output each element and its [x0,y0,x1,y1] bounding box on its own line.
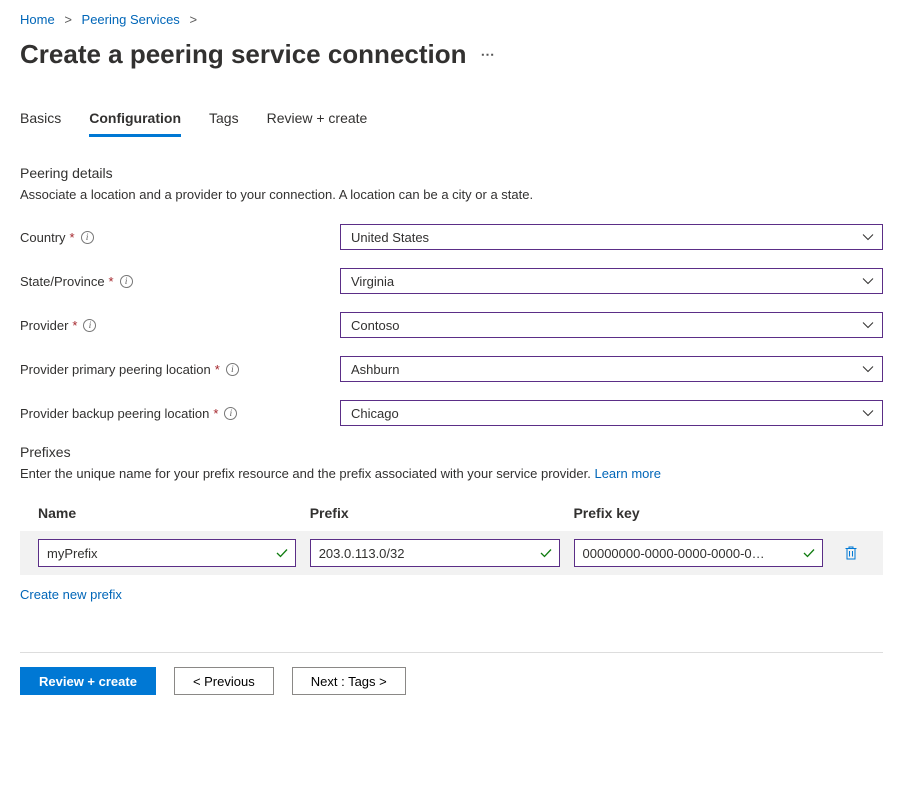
label-state: State/Province * i [20,274,340,289]
check-icon [275,546,289,560]
breadcrumb-sep: > [64,12,72,27]
info-icon[interactable]: i [224,407,237,420]
breadcrumb-home[interactable]: Home [20,12,55,27]
chevron-down-icon [862,319,874,331]
prefix-value: 203.0.113.0/32 [319,546,405,561]
required-marker: * [70,230,75,245]
breadcrumb: Home > Peering Services > [20,12,883,27]
info-icon[interactable]: i [81,231,94,244]
required-marker: * [109,274,114,289]
tab-review-create[interactable]: Review + create [267,110,368,137]
required-marker: * [213,406,218,421]
create-new-prefix-link[interactable]: Create new prefix [20,587,122,602]
select-country-value: United States [351,230,429,245]
page-title: Create a peering service connection [20,39,467,70]
required-marker: * [215,362,220,377]
table-row: myPrefix 203.0.113.0/32 00000000-0000-00… [20,531,883,575]
prefixes-desc-text: Enter the unique name for your prefix re… [20,466,594,481]
delete-prefix-button[interactable] [837,545,865,561]
col-header-name: Name [38,505,296,521]
prefix-value-input[interactable]: 203.0.113.0/32 [310,539,560,567]
select-primary-location-value: Ashburn [351,362,399,377]
section-heading-peering: Peering details [20,165,883,181]
review-create-button[interactable]: Review + create [20,667,156,695]
row-backup-location: Provider backup peering location * i Chi… [20,400,883,426]
row-state: State/Province * i Virginia [20,268,883,294]
footer: Review + create < Previous Next : Tags > [20,652,883,695]
label-primary-location: Provider primary peering location * i [20,362,340,377]
label-text-backup-location: Provider backup peering location [20,406,209,421]
next-button[interactable]: Next : Tags > [292,667,406,695]
select-country[interactable]: United States [340,224,883,250]
info-icon[interactable]: i [226,363,239,376]
tabs: Basics Configuration Tags Review + creat… [20,110,883,137]
check-icon [802,546,816,560]
label-text-country: Country [20,230,66,245]
tab-tags[interactable]: Tags [209,110,239,137]
check-icon [539,546,553,560]
prefix-key-input[interactable]: 00000000-0000-0000-0000-0… [574,539,824,567]
tab-configuration[interactable]: Configuration [89,110,181,137]
learn-more-link[interactable]: Learn more [594,466,660,481]
section-heading-prefixes: Prefixes [20,444,883,460]
breadcrumb-sep: > [189,12,197,27]
previous-button[interactable]: < Previous [174,667,274,695]
section-desc-prefixes: Enter the unique name for your prefix re… [20,466,883,481]
more-button[interactable]: ⋯ [481,46,495,63]
prefix-key-value: 00000000-0000-0000-0000-0… [583,546,765,561]
label-text-provider: Provider [20,318,68,333]
label-provider: Provider * i [20,318,340,333]
chevron-down-icon [862,231,874,243]
select-primary-location[interactable]: Ashburn [340,356,883,382]
label-backup-location: Provider backup peering location * i [20,406,340,421]
prefix-table: Name Prefix Prefix key myPrefix 203.0.11… [20,505,883,575]
row-country: Country * i United States [20,224,883,250]
label-country: Country * i [20,230,340,245]
chevron-down-icon [862,407,874,419]
info-icon[interactable]: i [120,275,133,288]
tab-basics[interactable]: Basics [20,110,61,137]
prefix-name-input[interactable]: myPrefix [38,539,296,567]
select-provider-value: Contoso [351,318,399,333]
select-provider[interactable]: Contoso [340,312,883,338]
col-header-prefix: Prefix [310,505,560,521]
chevron-down-icon [862,363,874,375]
row-primary-location: Provider primary peering location * i As… [20,356,883,382]
section-desc-peering: Associate a location and a provider to y… [20,187,883,202]
select-state-value: Virginia [351,274,394,289]
required-marker: * [72,318,77,333]
select-backup-location-value: Chicago [351,406,399,421]
page-title-row: Create a peering service connection ⋯ [20,39,883,70]
label-text-primary-location: Provider primary peering location [20,362,211,377]
prefix-table-header: Name Prefix Prefix key [20,505,883,531]
breadcrumb-peering-services[interactable]: Peering Services [82,12,180,27]
info-icon[interactable]: i [83,319,96,332]
col-header-key: Prefix key [573,505,823,521]
select-backup-location[interactable]: Chicago [340,400,883,426]
chevron-down-icon [862,275,874,287]
prefix-name-value: myPrefix [47,546,98,561]
select-state[interactable]: Virginia [340,268,883,294]
label-text-state: State/Province [20,274,105,289]
row-provider: Provider * i Contoso [20,312,883,338]
